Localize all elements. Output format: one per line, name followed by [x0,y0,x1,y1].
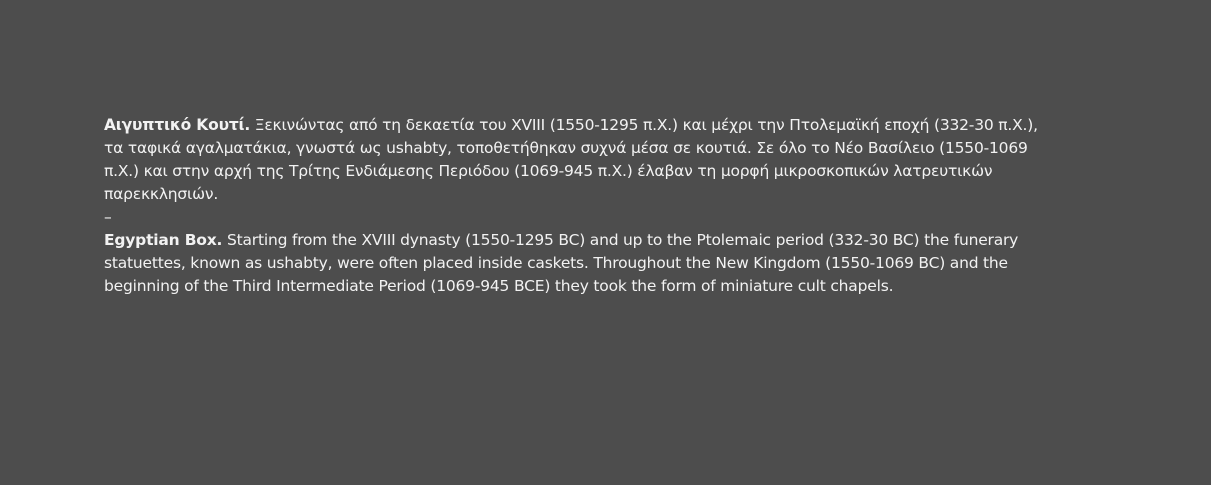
english-body: Starting from the XVIII dynasty (1550-12… [104,231,1019,295]
greek-paragraph: Αιγυπτικό Κουτί. Ξεκινώντας από τη δεκαε… [104,114,1044,206]
english-paragraph: Egyptian Box. Starting from the XVIII dy… [104,229,1044,298]
caption-panel: Αιγυπτικό Κουτί. Ξεκινώντας από τη δεκαε… [104,114,1044,298]
language-separator: – [104,208,112,226]
english-title: Egyptian Box. [104,231,223,249]
greek-title: Αιγυπτικό Κουτί. [104,116,251,134]
